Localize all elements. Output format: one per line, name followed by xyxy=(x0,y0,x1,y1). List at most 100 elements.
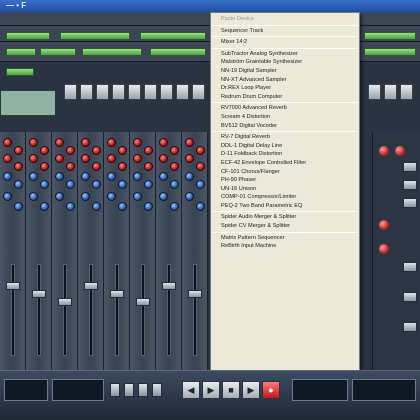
eq-knob[interactable] xyxy=(159,192,168,201)
aux-send-knob[interactable] xyxy=(92,146,101,155)
menu-item[interactable]: UN-16 Unison xyxy=(211,185,359,194)
aux-send-knob[interactable] xyxy=(66,146,75,155)
eq-knob[interactable] xyxy=(118,180,127,189)
channel-fader[interactable] xyxy=(84,282,98,290)
eq-knob[interactable] xyxy=(55,192,64,201)
aux-send-knob[interactable] xyxy=(118,162,127,171)
aux-send-knob[interactable] xyxy=(159,154,168,163)
aux-send-knob[interactable] xyxy=(55,138,64,147)
menu-item[interactable]: SubTractor Analog Synthesizer xyxy=(211,50,359,59)
menu-item[interactable]: Matrix Pattern Sequencer xyxy=(211,234,359,243)
channel-label[interactable] xyxy=(64,84,77,100)
menu-item[interactable]: Scream 4 Distortion xyxy=(211,113,359,122)
master-button[interactable] xyxy=(403,180,417,190)
menu-item[interactable]: ECF-42 Envelope Controlled Filter xyxy=(211,159,359,168)
aux-send-knob[interactable] xyxy=(40,162,49,171)
menu-item[interactable]: Redrum Drum Computer xyxy=(211,93,359,102)
master-knob[interactable] xyxy=(395,146,405,156)
menu-item[interactable]: ReBirth Input Machine xyxy=(211,242,359,251)
channel-label[interactable] xyxy=(160,84,173,100)
device-name-bar[interactable] xyxy=(364,32,416,40)
device-name-bar[interactable] xyxy=(6,68,34,76)
menu-item[interactable]: COMP-01 Compressor/Limiter xyxy=(211,193,359,202)
eq-knob[interactable] xyxy=(159,172,168,181)
aux-send-knob[interactable] xyxy=(107,154,116,163)
menu-item[interactable]: Mixer 14:2 xyxy=(211,38,359,47)
master-knob[interactable] xyxy=(379,244,389,254)
master-button[interactable] xyxy=(403,162,417,172)
eq-knob[interactable] xyxy=(29,172,38,181)
aux-send-knob[interactable] xyxy=(3,154,12,163)
eq-knob[interactable] xyxy=(55,172,64,181)
channel-fader[interactable] xyxy=(162,282,176,290)
channel-fader[interactable] xyxy=(6,282,20,290)
aux-send-knob[interactable] xyxy=(81,154,90,163)
channel-fader[interactable] xyxy=(136,298,150,306)
master-button[interactable] xyxy=(403,322,417,332)
channel-label[interactable] xyxy=(80,84,93,100)
menu-item[interactable]: Malström Graintable Synthesizer xyxy=(211,58,359,67)
eq-knob[interactable] xyxy=(40,180,49,189)
aux-send-knob[interactable] xyxy=(196,146,205,155)
stop-button[interactable]: ■ xyxy=(222,381,240,399)
signature-toggle[interactable] xyxy=(152,383,162,397)
eq-knob[interactable] xyxy=(14,180,23,189)
menu-item[interactable]: DDL-1 Digital Delay Line xyxy=(211,142,359,151)
device-name-bar[interactable] xyxy=(140,32,206,40)
eq-knob[interactable] xyxy=(66,180,75,189)
device-name-bar[interactable] xyxy=(40,48,76,56)
device-name-bar[interactable] xyxy=(6,32,50,40)
master-button[interactable] xyxy=(403,198,417,208)
channel-label[interactable] xyxy=(176,84,189,100)
eq-knob[interactable] xyxy=(92,202,101,211)
device-name-bar[interactable] xyxy=(150,48,206,56)
aux-send-knob[interactable] xyxy=(29,138,38,147)
aux-send-knob[interactable] xyxy=(3,138,12,147)
master-knob[interactable] xyxy=(379,220,389,230)
menu-item[interactable]: NN-XT Advanced Sampler xyxy=(211,76,359,85)
aux-send-knob[interactable] xyxy=(66,162,75,171)
aux-send-knob[interactable] xyxy=(159,138,168,147)
fast-forward-button[interactable]: ▶ xyxy=(202,381,220,399)
eq-knob[interactable] xyxy=(107,172,116,181)
menu-item[interactable]: Spider Audio Merger & Splitter xyxy=(211,213,359,222)
channel-fader[interactable] xyxy=(110,290,124,298)
aux-send-knob[interactable] xyxy=(107,138,116,147)
master-knob[interactable] xyxy=(379,146,389,156)
eq-knob[interactable] xyxy=(144,180,153,189)
eq-knob[interactable] xyxy=(3,172,12,181)
channel-fader[interactable] xyxy=(32,290,46,298)
aux-send-knob[interactable] xyxy=(118,146,127,155)
aux-send-knob[interactable] xyxy=(133,138,142,147)
channel-label[interactable] xyxy=(128,84,141,100)
play-button[interactable]: ▶ xyxy=(242,381,260,399)
aux-send-knob[interactable] xyxy=(196,162,205,171)
record-button[interactable]: ● xyxy=(262,381,280,399)
menu-item[interactable]: CF-101 Chorus/Flanger xyxy=(211,168,359,177)
aux-send-knob[interactable] xyxy=(29,154,38,163)
menu-item[interactable]: NN-19 Digital Sampler xyxy=(211,67,359,76)
channel-label[interactable] xyxy=(112,84,125,100)
aux-send-knob[interactable] xyxy=(170,162,179,171)
eq-knob[interactable] xyxy=(118,202,127,211)
channel-label[interactable] xyxy=(144,84,157,100)
eq-knob[interactable] xyxy=(66,202,75,211)
menu-item[interactable]: PEQ-2 Two Band Parametric EQ xyxy=(211,202,359,211)
menu-item[interactable]: RV7000 Advanced Reverb xyxy=(211,104,359,113)
click-toggle[interactable] xyxy=(110,383,120,397)
aux-send-knob[interactable] xyxy=(144,162,153,171)
aux-send-knob[interactable] xyxy=(81,138,90,147)
menu-item[interactable]: Sequencer Track xyxy=(211,27,359,36)
device-name-bar[interactable] xyxy=(364,48,416,56)
eq-knob[interactable] xyxy=(133,192,142,201)
master-button[interactable] xyxy=(403,262,417,272)
device-name-bar[interactable] xyxy=(60,32,130,40)
eq-knob[interactable] xyxy=(40,202,49,211)
channel-label[interactable] xyxy=(368,84,381,100)
tempo-toggle[interactable] xyxy=(138,383,148,397)
channel-label[interactable] xyxy=(400,84,413,100)
eq-knob[interactable] xyxy=(133,172,142,181)
menu-item[interactable]: RV-7 Digital Reverb xyxy=(211,133,359,142)
eq-knob[interactable] xyxy=(144,202,153,211)
aux-send-knob[interactable] xyxy=(185,138,194,147)
